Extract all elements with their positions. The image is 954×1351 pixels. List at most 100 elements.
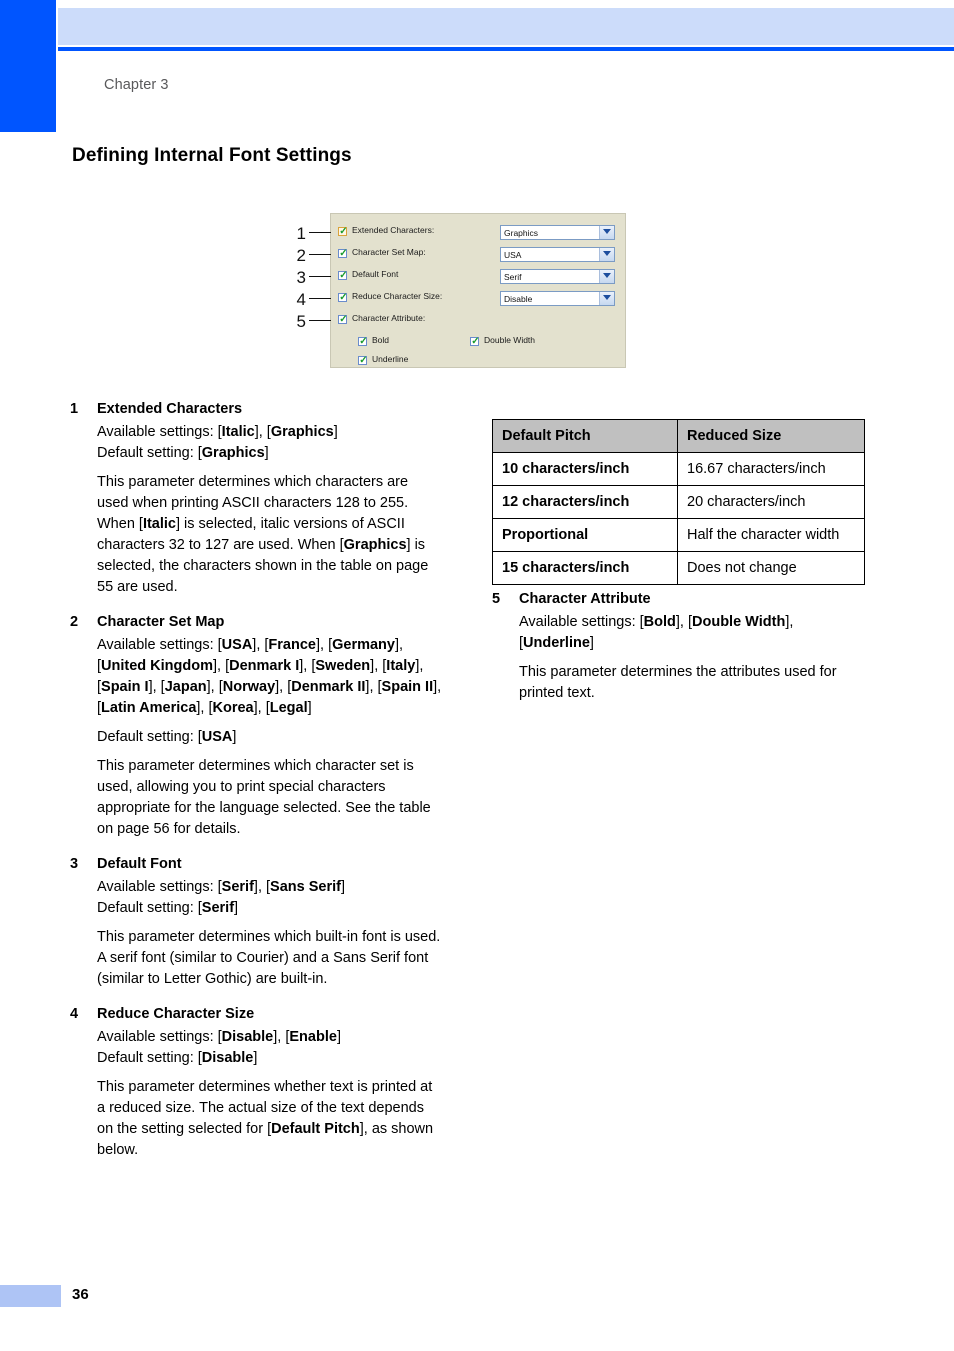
table-row: 12 characters/inch 20 characters/inch (492, 485, 865, 519)
chevron-down-icon (603, 273, 611, 278)
dropdown-button[interactable] (599, 270, 614, 283)
callout-number-4: 4 (296, 290, 306, 309)
check-icon: ✓ (359, 355, 368, 366)
table-cell-pitch: 10 characters/inch (492, 452, 678, 486)
default-setting: Default setting: [Disable] (97, 1050, 258, 1066)
header-banner (58, 8, 954, 45)
callout-line-5 (309, 320, 331, 321)
reduce-character-size-dropdown[interactable]: Disable (500, 291, 615, 306)
dropdown-button[interactable] (599, 226, 614, 239)
available-settings: Available settings: [USA], [France], [Ge… (97, 637, 442, 716)
item-description: This parameter determines whether text i… (97, 1079, 434, 1158)
table-cell-reduced: 16.67 characters/inch (677, 452, 865, 486)
table-row: 15 characters/inch Does not change (492, 551, 865, 585)
chevron-down-icon (603, 229, 611, 234)
available-settings: Available settings: [Italic], [Graphics] (97, 424, 338, 440)
underline-checkbox[interactable]: ✓ (358, 355, 368, 366)
item-number: 2 (70, 614, 79, 630)
underline-label: Underline (372, 354, 409, 364)
page-title: Defining Internal Font Settings (72, 145, 352, 166)
callout-number-2: 2 (296, 246, 306, 265)
item-title: Extended Characters (97, 401, 243, 417)
callout-number-1: 1 (296, 224, 306, 243)
reduce-character-size-checkbox[interactable]: ✓ (338, 292, 348, 303)
table-cell-pitch: Proportional (492, 518, 678, 552)
default-font-dropdown[interactable]: Serif (500, 269, 615, 284)
item-description: This parameter determines which built-in… (97, 929, 441, 987)
table-row: Proportional Half the character width (492, 518, 865, 552)
setting-item-reduce-character-size: 4 Reduce Character Size Available settin… (70, 1003, 442, 1161)
check-icon: ✓ (359, 336, 368, 347)
table-header-reduced-size: Reduced Size (677, 419, 865, 453)
item-number: 4 (70, 1006, 79, 1022)
table-cell-reduced: Half the character width (677, 518, 865, 552)
item-heading: 1 Extended Characters (70, 398, 442, 420)
double-width-checkbox[interactable]: ✓ (470, 336, 480, 347)
item-description: This parameter determines which characte… (97, 758, 431, 837)
check-icon: ✓ (339, 270, 348, 281)
dropdown-button[interactable] (599, 292, 614, 305)
double-width-label: Double Width (484, 335, 536, 345)
table-cell-reduced: 20 characters/inch (677, 485, 865, 519)
table-cell-pitch: 12 characters/inch (492, 485, 678, 519)
character-set-map-dropdown[interactable]: USA (500, 247, 615, 262)
default-font-label: Default Font (352, 269, 399, 279)
check-icon: ✓ (339, 314, 348, 325)
table-cell-reduced: Does not change (677, 551, 865, 585)
check-icon: ✓ (339, 248, 348, 259)
check-icon: ✓ (471, 336, 480, 347)
default-setting: Default setting: [Graphics] (97, 445, 269, 461)
item-title: Reduce Character Size (97, 1006, 255, 1022)
settings-dialog-figure: 1 2 3 4 5 ✓ Extended Characters: Graphic… (290, 211, 630, 371)
item-description: This parameter determines which characte… (97, 474, 429, 595)
character-attribute-label: Character Attribute: (352, 313, 426, 323)
setting-item-character-set-map: 2 Character Set Map Available settings: … (70, 611, 442, 840)
callout-line-2 (309, 254, 331, 255)
setting-item-extended-characters: 1 Extended Characters Available settings… (70, 398, 442, 598)
item-number: 1 (70, 401, 79, 417)
extended-characters-value: Graphics (504, 228, 539, 238)
extended-characters-label: Extended Characters: (352, 225, 435, 235)
default-setting: Default setting: [Serif] (97, 900, 239, 916)
character-set-map-value: USA (504, 250, 522, 260)
character-set-map-checkbox[interactable]: ✓ (338, 248, 348, 259)
item-title: Character Set Map (97, 614, 225, 630)
available-settings: Available settings: [Bold], [Double Widt… (519, 614, 794, 651)
check-icon: ✓ (339, 292, 348, 303)
item-title: Character Attribute (519, 591, 651, 607)
item-heading: 3 Default Font (70, 853, 442, 875)
callout-line-1 (309, 232, 331, 233)
left-column: 1 Extended Characters Available settings… (70, 398, 442, 1163)
extended-characters-checkbox[interactable]: ✓ (338, 226, 348, 237)
chevron-down-icon (603, 295, 611, 300)
callout-number-5: 5 (296, 312, 306, 331)
table-header-row: Default Pitch Reduced Size (492, 419, 865, 453)
default-font-checkbox[interactable]: ✓ (338, 270, 348, 281)
dropdown-button[interactable] (599, 248, 614, 261)
available-settings: Available settings: [Disable], [Enable] (97, 1029, 341, 1045)
item-number: 3 (70, 856, 79, 872)
setting-item-character-attribute: 5 Character Attribute Available settings… (492, 588, 864, 704)
extended-characters-dropdown[interactable]: Graphics (500, 225, 615, 240)
bold-checkbox[interactable]: ✓ (358, 336, 368, 347)
header-accent-bar (0, 0, 56, 132)
table-header-default-pitch: Default Pitch (492, 419, 678, 453)
callout-line-3 (309, 276, 331, 277)
table-cell-pitch: 15 characters/inch (492, 551, 678, 585)
callout-line-4 (309, 298, 331, 299)
table-row: 10 characters/inch 16.67 characters/inch (492, 452, 865, 486)
item-heading: 5 Character Attribute (492, 588, 864, 610)
character-attribute-checkbox[interactable]: ✓ (338, 314, 348, 325)
default-font-value: Serif (504, 272, 522, 282)
chapter-label: Chapter 3 (104, 77, 169, 93)
footer-accent-block (0, 1285, 61, 1307)
default-pitch-table: Default Pitch Reduced Size 10 characters… (492, 419, 865, 585)
default-setting: Default setting: [USA] (97, 729, 237, 745)
character-set-map-label: Character Set Map: (352, 247, 426, 257)
reduce-character-size-value: Disable (504, 294, 533, 304)
header-rule (58, 47, 954, 51)
item-heading: 2 Character Set Map (70, 611, 442, 633)
available-settings: Available settings: [Serif], [Sans Serif… (97, 879, 345, 895)
reduce-character-size-label: Reduce Character Size: (352, 291, 443, 301)
check-icon: ✓ (339, 226, 348, 237)
